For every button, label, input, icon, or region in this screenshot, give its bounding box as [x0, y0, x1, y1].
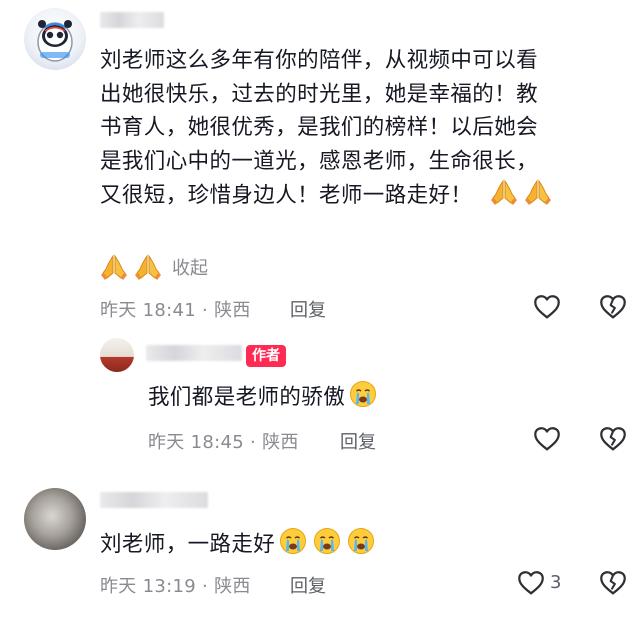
crying-face-emoji-icon [279, 527, 307, 555]
author-avatar[interactable] [100, 338, 134, 372]
mascot-avatar-icon [37, 20, 73, 62]
comment-text-line: 刘老师这么多年有你的陪伴，从视频中可以看 [100, 48, 539, 73]
avatar[interactable] [24, 8, 86, 70]
like-count: 3 [550, 572, 562, 593]
reply-button[interactable]: 回复 [340, 428, 376, 454]
username-blurred[interactable] [100, 12, 164, 28]
emoji-row: 收起 [100, 252, 208, 282]
broken-heart-icon[interactable] [598, 292, 628, 322]
reply-time: 昨天 18:45 [148, 432, 244, 453]
comment-text-line-content: 又很短，珍惜身边人！老师一路走好！ [100, 183, 473, 208]
heart-outline-icon[interactable] [532, 292, 562, 322]
broken-heart-icon[interactable] [598, 424, 628, 454]
reply-text-content: 我们都是老师的骄傲 [148, 385, 346, 410]
heart-outline-icon[interactable] [516, 568, 546, 598]
comment-location: 陕西 [214, 576, 251, 597]
comment-text-content: 刘老师，一路走好 [100, 532, 276, 557]
crying-face-emoji-icon [349, 380, 377, 408]
crying-face-emoji-icon [313, 527, 341, 555]
comment-time: 昨天 13:19 [100, 576, 196, 597]
praying-hands-emoji-icon [490, 178, 518, 206]
comment-time: 昨天 18:41 [100, 300, 196, 321]
comment-meta: 昨天 18:41 · 陕西 [100, 296, 251, 322]
avatar[interactable] [24, 488, 86, 550]
username-blurred[interactable] [100, 492, 208, 508]
comment-text-line: 出她很快乐，过去的时光里，她是幸福的！教 [100, 81, 539, 107]
reply-text: 我们都是老师的骄傲 [148, 380, 383, 415]
praying-hands-emoji-icon [134, 253, 162, 281]
comment-text-line: 书育人，她很优秀，是我们的榜样！以后她会 [100, 115, 539, 140]
heart-outline-icon[interactable] [532, 424, 562, 454]
comment-text-line: 又很短，珍惜身边人！老师一路走好！ [100, 178, 620, 213]
collapse-button[interactable]: 收起 [172, 254, 208, 280]
comment-location: 陕西 [214, 300, 251, 321]
comment-text-line: 是我们心中的一道光，感恩老师，生命很长， [100, 148, 539, 174]
reply-button[interactable]: 回复 [290, 572, 326, 598]
crying-face-emoji-icon [347, 527, 375, 555]
comment-meta: 昨天 13:19 · 陕西 [100, 572, 251, 598]
author-name-blurred[interactable] [146, 345, 242, 361]
meta-separator: · [196, 300, 215, 321]
comment-text: 刘老师，一路走好 [100, 527, 381, 562]
author-badge: 作者 [246, 345, 286, 367]
comment-text: 刘老师这么多年有你的陪伴，从视频中可以看 出她很快乐，过去的时光里，她是幸福的！… [100, 44, 620, 213]
praying-hands-emoji-icon [100, 253, 128, 281]
reply-meta: 昨天 18:45 · 陕西 [148, 428, 299, 454]
meta-separator: · [196, 576, 215, 597]
broken-heart-icon[interactable] [598, 568, 628, 598]
reply-button[interactable]: 回复 [290, 296, 326, 322]
praying-hands-emoji-icon [524, 178, 552, 206]
reply-location: 陕西 [262, 432, 299, 453]
meta-separator: · [244, 432, 263, 453]
